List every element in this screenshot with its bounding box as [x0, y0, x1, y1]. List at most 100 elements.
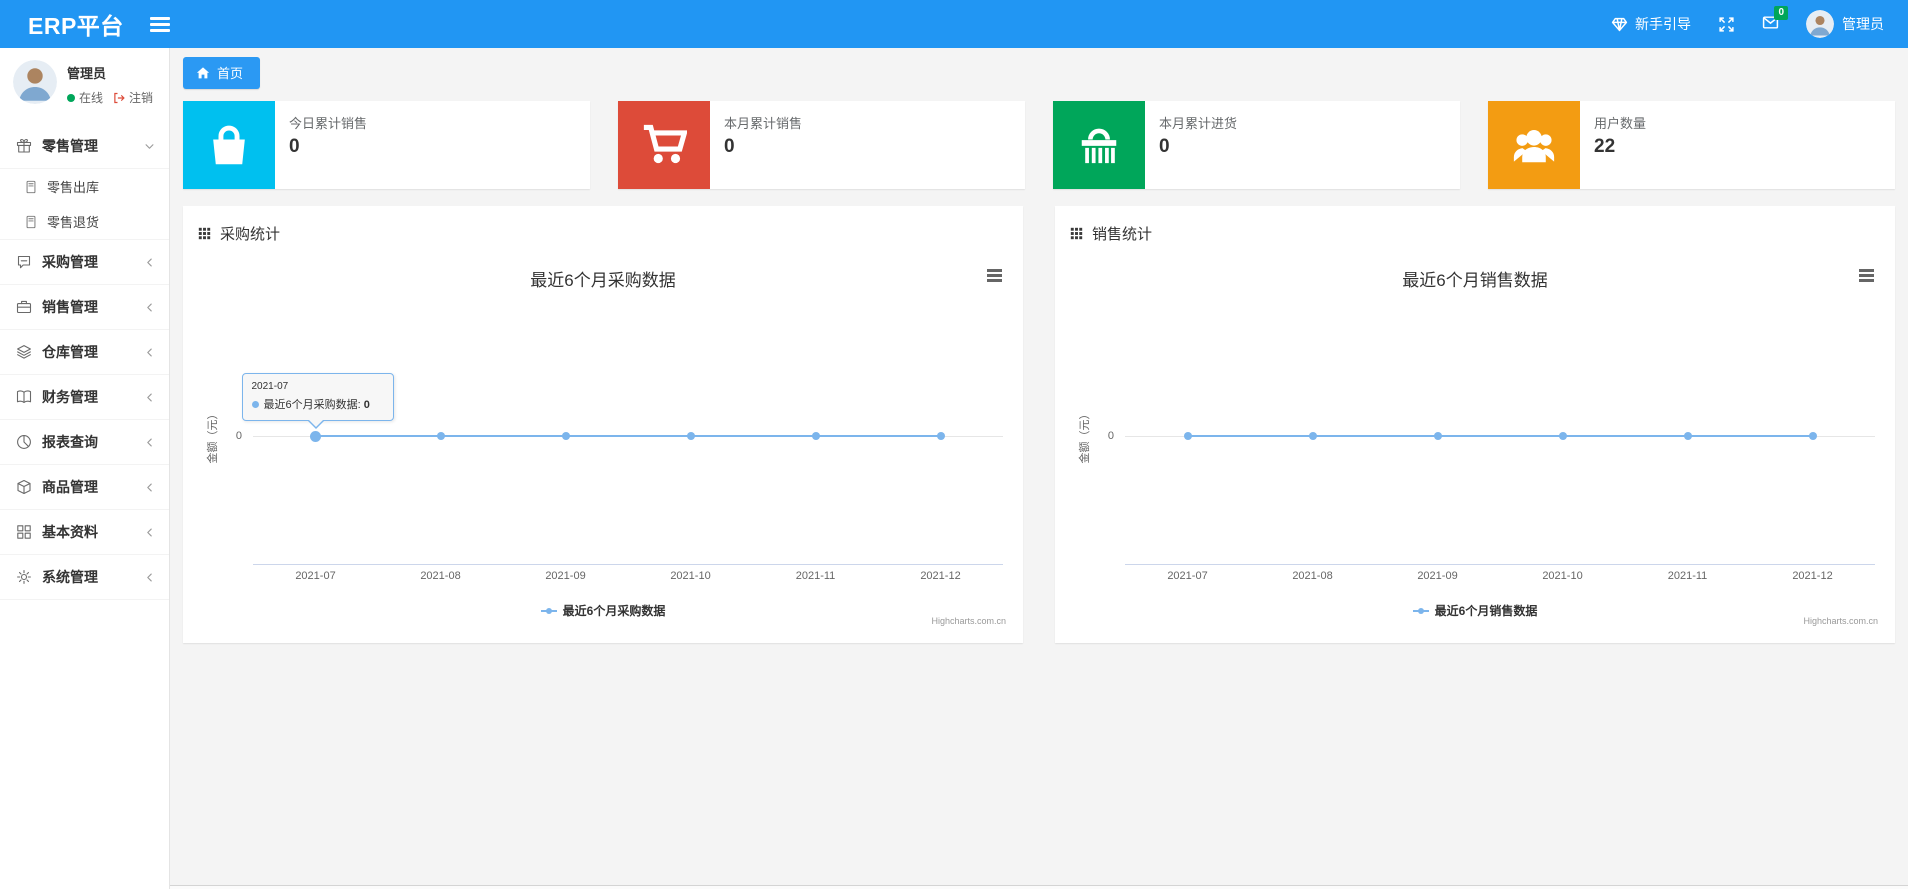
chart-title: 最近6个月销售数据	[1402, 271, 1548, 290]
brand-logo[interactable]: ERP平台	[0, 7, 150, 41]
chart-context-menu-button[interactable]	[1854, 266, 1878, 284]
th-grid-icon	[198, 227, 211, 239]
chevron-left-icon	[147, 438, 152, 446]
x-axis-label: 2021-10	[670, 570, 711, 582]
stat-card-icon-box	[1053, 101, 1145, 189]
x-axis-label: 2021-12	[920, 570, 961, 582]
avatar	[1806, 10, 1834, 38]
sidebar-item-book-open[interactable]: 财务管理	[0, 375, 169, 420]
data-point-marker[interactable]	[561, 432, 570, 440]
sidebar-item-box[interactable]: 商品管理	[0, 465, 169, 510]
panel-title: 采购统计	[220, 225, 281, 243]
data-point-marker[interactable]	[436, 432, 445, 440]
mail-button[interactable]: 0	[1762, 6, 1788, 34]
sidebar-subitem-label: 零售退货	[47, 215, 100, 230]
legend-item[interactable]: 最近6个月采购数据	[540, 602, 666, 619]
breadcrumb-home-tab[interactable]: 首页	[183, 57, 261, 89]
data-point-marker[interactable]	[1183, 432, 1192, 440]
sidebar-item-grid[interactable]: 基本资料	[0, 510, 169, 555]
chevron-left-icon	[147, 348, 152, 356]
sidebar-subitem-label: 零售出库	[47, 180, 100, 195]
home-icon	[196, 66, 210, 78]
chart-context-menu-button[interactable]	[982, 266, 1006, 284]
chart-tooltip: 2021-07 最近6个月采购数据: 0	[241, 373, 394, 429]
sidebar-item-briefcase[interactable]: 销售管理	[0, 285, 169, 330]
series-line	[315, 434, 941, 438]
data-point-marker[interactable]	[936, 432, 945, 440]
stat-card-icon-box	[183, 101, 275, 189]
legend-marker	[1412, 607, 1429, 615]
x-axis-label: 2021-07	[1167, 570, 1208, 582]
sidebar-toggle-button[interactable]	[149, 14, 176, 34]
users-icon	[1513, 130, 1555, 163]
x-axis-label: 2021-07	[295, 570, 336, 582]
chevron-left-icon	[147, 528, 152, 536]
stat-card-value: 0	[289, 136, 300, 157]
mail-badge: 0	[1774, 6, 1788, 20]
sidebar-item-pie-chart[interactable]: 报表查询	[0, 420, 169, 465]
highcharts-credit[interactable]: Highcharts.com.cn	[1803, 616, 1878, 626]
sidebar-user-panel: 管理员 在线 注销	[0, 48, 169, 116]
sidebar-item-chat-square[interactable]: 采购管理	[0, 240, 169, 285]
layers-icon	[17, 345, 31, 359]
data-point-marker[interactable]	[1308, 432, 1317, 440]
sidebar-menu: 零售管理零售出库零售退货采购管理销售管理仓库管理 财务管理报表查询商品管理 基本资料…	[0, 124, 169, 600]
sidebar-item-label: 报表查询	[42, 434, 98, 450]
sidebar-subitem[interactable]: 零售退货	[0, 204, 169, 239]
sidebar-item-label: 采购管理	[42, 254, 98, 270]
purchase-stats-panel: 采购统计 最近6个月采购数据 金额（元） 0 2021-07 2021-08 2021-0…	[183, 206, 1023, 643]
sidebar-subitem[interactable]: 零售出库	[0, 169, 169, 204]
online-status-dot	[67, 93, 75, 102]
briefcase-icon	[16, 300, 32, 314]
logout-icon	[114, 92, 125, 103]
breadcrumb-home-label: 首页	[217, 66, 244, 81]
fullscreen-icon	[1719, 16, 1734, 32]
stat-card-value: 0	[1159, 136, 1170, 157]
x-axis-line	[253, 564, 1003, 565]
data-point-marker[interactable]	[1808, 432, 1817, 440]
x-axis-label: 2021-11	[795, 570, 836, 582]
stat-card-label: 本月累计销售	[724, 116, 803, 131]
legend-item[interactable]: 最近6个月销售数据	[1412, 602, 1537, 619]
grid-icon	[17, 525, 31, 539]
navbar-user[interactable]: 管理员	[1806, 10, 1884, 38]
purchase-chart: 最近6个月采购数据 金额（元） 0 2021-07 2021-08 2021-09 2021…	[198, 250, 1008, 631]
chevron-left-icon	[147, 573, 152, 581]
chart-title: 最近6个月采购数据	[530, 271, 676, 290]
sidebar-item-layers[interactable]: 仓库管理	[0, 330, 169, 375]
chart-legend: 最近6个月采购数据	[198, 602, 1008, 619]
stat-card-label: 用户数量	[1594, 116, 1647, 131]
guide-label: 新手引导	[1635, 16, 1691, 32]
pie-chart-icon	[17, 435, 31, 449]
sidebar-item-label: 销售管理	[42, 299, 98, 315]
tooltip-series-dot	[251, 400, 259, 408]
chevron-left-icon	[147, 483, 152, 491]
data-point-marker[interactable]	[686, 432, 695, 440]
th-grid-icon	[1070, 227, 1083, 239]
data-point-marker[interactable]	[811, 432, 820, 440]
logout-link[interactable]: 注销	[129, 89, 153, 106]
data-point-marker[interactable]	[1558, 432, 1567, 440]
navbar-user-name: 管理员	[1842, 16, 1884, 32]
sidebar-user-name: 管理员	[67, 66, 107, 81]
legend-marker	[540, 607, 557, 615]
top-navbar: ERP平台 新手引导 0 管理员	[0, 0, 1908, 48]
highcharts-credit[interactable]: Highcharts.com.cn	[931, 616, 1006, 626]
gear-icon	[17, 570, 31, 584]
x-axis-label: 2021-09	[545, 570, 586, 582]
guide-link[interactable]: 新手引导	[1611, 14, 1691, 34]
journal-icon	[26, 215, 36, 228]
erp-app: ERP平台 新手引导 0 管理员 管理员 在线 注销 零售管理 零售出库 零售退…	[0, 0, 1908, 889]
sidebar-item-gear[interactable]: 系统管理	[0, 555, 169, 600]
data-point-marker[interactable]	[1683, 432, 1692, 440]
sidebar-submenu: 零售出库 零售退货	[0, 169, 169, 240]
box-icon	[17, 479, 31, 495]
fullscreen-button[interactable]	[1718, 16, 1735, 33]
legend-label: 最近6个月采购数据	[562, 604, 666, 618]
sidebar-item-gift[interactable]: 零售管理	[0, 124, 169, 169]
stat-card-label: 今日累计销售	[289, 116, 368, 131]
data-point-marker[interactable]	[1433, 432, 1442, 440]
gift-icon	[16, 138, 32, 153]
data-point-marker[interactable]	[310, 430, 321, 442]
x-axis-label: 2021-09	[1417, 570, 1458, 582]
